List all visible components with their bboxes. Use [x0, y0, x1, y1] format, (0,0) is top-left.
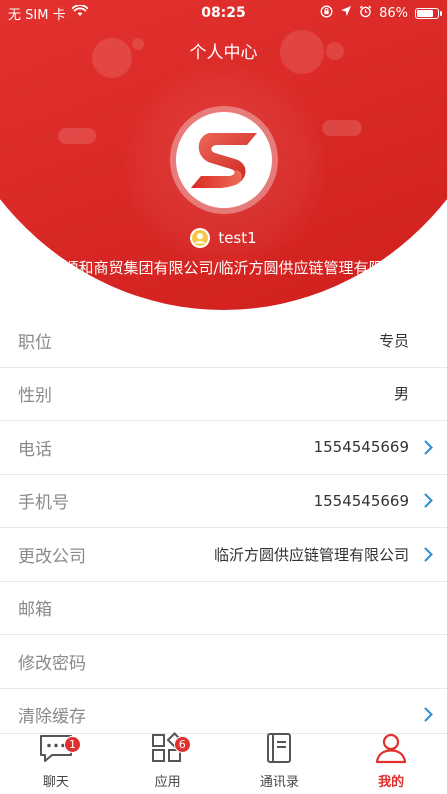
row-gender[interactable]: 性别 男	[0, 367, 447, 421]
apps-badge: 6	[173, 736, 191, 753]
row-position[interactable]: 职位 专员	[0, 314, 447, 368]
chat-badge: 1	[64, 736, 81, 753]
chevron-right-icon	[417, 493, 433, 508]
row-label: 更改公司	[18, 546, 86, 567]
user-avatar-icon	[190, 228, 211, 248]
row-value: 1554545669	[313, 491, 409, 510]
battery-percent: 86%	[379, 5, 408, 21]
row-label: 性别	[18, 386, 52, 407]
chevron-right-icon	[417, 440, 433, 455]
carrier-text: 无 SIM 卡	[8, 7, 66, 23]
alarm-icon	[359, 5, 372, 22]
row-value: 临沂方圆供应链管理有限公司	[213, 545, 409, 564]
username: test1	[218, 229, 257, 247]
row-value: 男	[393, 385, 409, 404]
logo-s-mark	[191, 133, 257, 188]
battery-icon	[415, 7, 442, 19]
row-label: 清除缓存	[18, 707, 86, 728]
wifi-icon	[71, 4, 88, 21]
decor-cloud	[322, 120, 362, 136]
user-info: test1	[0, 228, 447, 248]
row-label: 邮箱	[18, 600, 52, 621]
row-label: 手机号	[18, 493, 69, 514]
row-label: 修改密码	[18, 653, 86, 674]
profile-icon	[374, 732, 408, 768]
tab-chat[interactable]: 1 聊天	[0, 734, 112, 794]
tab-contacts[interactable]: 通讯录	[224, 732, 336, 794]
row-value: 1554545669	[313, 438, 409, 457]
row-label: 电话	[18, 439, 52, 460]
tab-label: 通讯录	[259, 775, 299, 790]
status-bar: 无 SIM 卡 08:25 86%	[0, 0, 447, 26]
tab-label: 聊天	[42, 775, 69, 790]
chevron-right-icon	[417, 547, 433, 562]
tab-profile[interactable]: 我的	[335, 732, 447, 794]
tab-label: 我的	[378, 775, 405, 790]
location-icon	[340, 5, 352, 21]
row-change-company[interactable]: 更改公司 临沂方圆供应链管理有限公司	[0, 528, 447, 582]
row-phone[interactable]: 电话 1554545669	[0, 421, 447, 475]
row-email[interactable]: 邮箱	[0, 581, 447, 635]
tab-apps[interactable]: 6 应用	[112, 732, 224, 794]
tab-label: 应用	[154, 775, 181, 790]
row-mobile[interactable]: 手机号 1554545669	[0, 474, 447, 528]
company-logo	[170, 106, 278, 214]
row-label: 职位	[18, 332, 52, 353]
chevron-right-icon	[417, 707, 433, 722]
contacts-icon	[264, 732, 294, 768]
decor-cloud	[58, 128, 96, 144]
page-title: 个人中心	[189, 43, 258, 63]
row-value: 专员	[378, 331, 409, 350]
company-name: 山东顺和商贸集团有限公司/临沂方圆供应链管理有限公司	[33, 259, 414, 277]
orientation-lock-icon	[320, 5, 333, 22]
row-change-password[interactable]: 修改密码	[0, 635, 447, 689]
profile-list: 职位 专员 性别 男 电话 1554545669 手机号 1554545669 …	[0, 314, 447, 742]
bottom-tab-bar: 1 聊天 6 应用 通讯录 我的	[0, 732, 447, 794]
profile-header: 无 SIM 卡 08:25 86% 个人中心 test1 山东顺和商贸集团有限公…	[0, 0, 447, 318]
